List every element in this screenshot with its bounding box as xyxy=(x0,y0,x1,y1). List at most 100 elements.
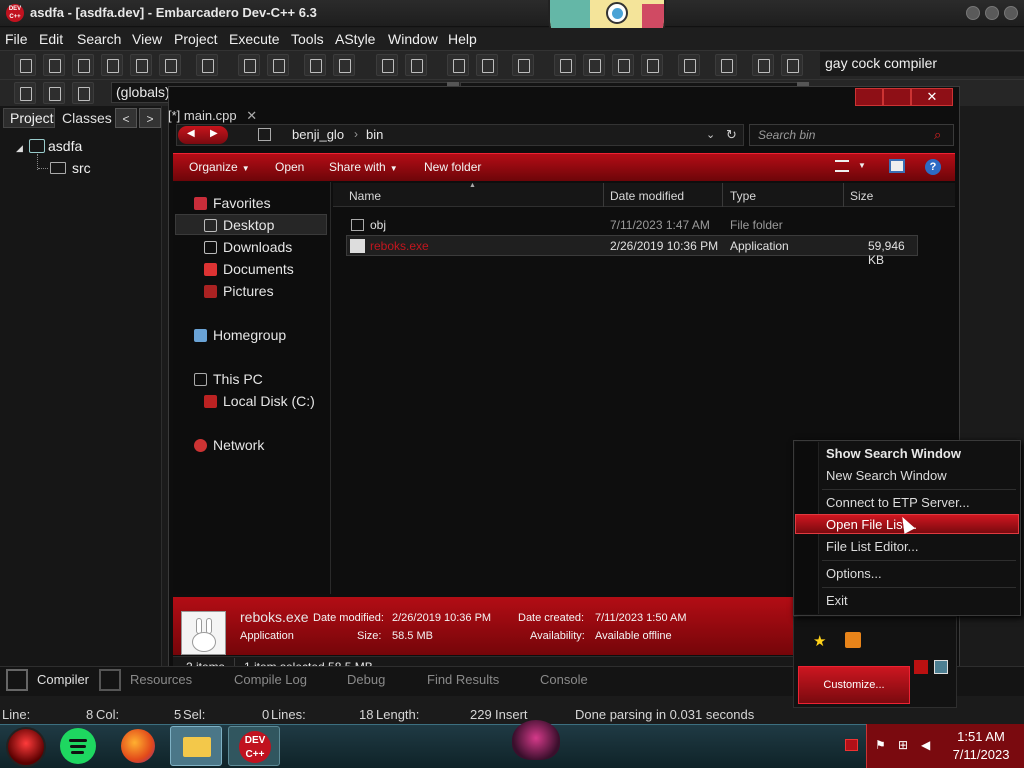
tab-debug[interactable]: Debug xyxy=(347,672,385,687)
share-with-button[interactable]: Share with ▼ xyxy=(329,160,398,174)
add-file-icon[interactable] xyxy=(476,54,498,76)
compiler-select[interactable]: gay cock compiler xyxy=(820,52,1024,76)
nav-downloads[interactable]: Downloads xyxy=(204,239,292,255)
menu-window[interactable]: Window xyxy=(388,31,438,47)
menu-exit[interactable]: Exit xyxy=(826,593,848,608)
search-input[interactable]: Search bin xyxy=(749,124,954,146)
print-icon[interactable] xyxy=(196,54,218,76)
start-button[interactable] xyxy=(6,727,46,767)
file-row-selected[interactable]: reboks.exe 2/26/2019 10:36 PM Applicatio… xyxy=(346,236,918,267)
explorer-minimize-button[interactable] xyxy=(855,88,883,106)
view-dropdown-icon[interactable]: ▼ xyxy=(858,161,866,170)
menu-execute[interactable]: Execute xyxy=(229,31,280,47)
close-file-icon[interactable] xyxy=(130,54,152,76)
file-explorer-taskbar-icon[interactable] xyxy=(170,726,222,766)
bookmark-icon[interactable] xyxy=(43,82,65,104)
compile-icon[interactable] xyxy=(554,54,576,76)
action-center-flag-icon[interactable]: ⚑ xyxy=(875,738,889,752)
replace-icon[interactable] xyxy=(267,54,289,76)
undo-icon[interactable] xyxy=(376,54,398,76)
view-options-icon[interactable] xyxy=(835,160,849,172)
compile-run-icon[interactable] xyxy=(612,54,634,76)
back-arrow-icon[interactable]: ◀ xyxy=(187,128,195,139)
customize-button[interactable]: Customize... xyxy=(798,666,910,704)
nav-desktop[interactable]: Desktop xyxy=(204,217,274,233)
close-all-icon[interactable] xyxy=(159,54,181,76)
project-options-icon[interactable] xyxy=(512,54,534,76)
column-type[interactable]: Type xyxy=(730,189,756,203)
firefox-taskbar-icon[interactable] xyxy=(121,729,155,763)
column-date-modified[interactable]: Date modified xyxy=(610,189,684,203)
devcpp-taskbar-icon[interactable]: DEV C++ xyxy=(228,726,280,766)
goto-bookmark-icon[interactable] xyxy=(72,82,94,104)
open-button[interactable]: Open xyxy=(275,160,304,174)
toggle-comment-icon[interactable] xyxy=(333,54,355,76)
run-icon[interactable] xyxy=(583,54,605,76)
open-folder-icon[interactable] xyxy=(43,54,65,76)
tray-red-icon[interactable] xyxy=(914,660,928,674)
tree-item-src[interactable]: src xyxy=(72,160,91,176)
goto-declaration-icon[interactable] xyxy=(14,82,36,104)
tree-item-project[interactable]: asdfa xyxy=(48,138,82,154)
redo-icon[interactable] xyxy=(405,54,427,76)
explorer-maximize-button[interactable] xyxy=(883,88,911,106)
nav-local-disk[interactable]: Local Disk (C:) xyxy=(204,393,315,409)
menu-search[interactable]: Search xyxy=(77,31,121,47)
organize-button[interactable]: Organize ▼ xyxy=(189,160,250,174)
menu-new-search-window[interactable]: New Search Window xyxy=(826,468,947,483)
java-tray-icon[interactable] xyxy=(845,632,861,648)
favorites-star-icon[interactable]: ★ xyxy=(813,632,826,650)
tab-project[interactable]: Project xyxy=(3,108,55,128)
new-project-icon[interactable] xyxy=(447,54,469,76)
nav-this-pc[interactable]: This PC xyxy=(194,371,263,387)
tray-overflow-icon[interactable] xyxy=(845,739,858,751)
menu-help[interactable]: Help xyxy=(448,31,477,47)
rebuild-all-icon[interactable] xyxy=(641,54,663,76)
tab-console[interactable]: Console xyxy=(540,672,588,687)
tab-find-results[interactable]: Find Results xyxy=(427,672,499,687)
delete-profile-icon[interactable] xyxy=(781,54,803,76)
indent-icon[interactable] xyxy=(304,54,326,76)
menu-file-list-editor[interactable]: File List Editor... xyxy=(826,539,918,554)
search-icon[interactable]: ⌕ xyxy=(934,127,950,143)
panel-prev-arrow[interactable]: < xyxy=(115,108,137,128)
new-file-icon[interactable] xyxy=(14,54,36,76)
panel-next-arrow[interactable]: > xyxy=(139,108,161,128)
close-button[interactable] xyxy=(1004,6,1018,20)
tab-compile-log[interactable]: Compile Log xyxy=(234,672,307,687)
nav-network[interactable]: Network xyxy=(194,437,264,453)
tab-resources[interactable]: Resources xyxy=(130,672,192,687)
find-icon[interactable] xyxy=(238,54,260,76)
column-name[interactable]: Name xyxy=(349,189,381,203)
menu-astyle[interactable]: AStyle xyxy=(335,31,375,47)
taskbar-clock[interactable]: 1:51 AM 7/11/2023 xyxy=(938,724,1024,768)
menu-file[interactable]: File xyxy=(5,31,28,47)
menu-view[interactable]: View xyxy=(132,31,162,47)
forward-arrow-icon[interactable]: ▶ xyxy=(210,128,218,139)
explorer-close-button[interactable]: ✕ xyxy=(911,88,953,106)
syntax-check-icon[interactable] xyxy=(678,54,700,76)
menu-tools[interactable]: Tools xyxy=(291,31,324,47)
menu-project[interactable]: Project xyxy=(174,31,218,47)
new-folder-button[interactable]: New folder xyxy=(424,160,481,174)
minimize-button[interactable] xyxy=(966,6,980,20)
stop-execution-icon[interactable] xyxy=(715,54,737,76)
back-forward-buttons[interactable]: ◀ ▶ xyxy=(178,126,228,144)
nav-pictures[interactable]: Pictures xyxy=(204,283,274,299)
nav-favorites[interactable]: Favorites xyxy=(194,195,271,211)
volume-icon[interactable]: ◀ xyxy=(921,738,935,752)
tab-classes[interactable]: Classes xyxy=(58,108,114,128)
profile-chart-icon[interactable] xyxy=(752,54,774,76)
maximize-button[interactable] xyxy=(985,6,999,20)
column-size[interactable]: Size xyxy=(850,189,873,203)
menu-show-search-window[interactable]: Show Search Window xyxy=(826,446,961,461)
tree-expand-icon[interactable]: ◢ xyxy=(16,143,23,154)
menu-edit[interactable]: Edit xyxy=(39,31,63,47)
help-icon[interactable]: ? xyxy=(925,159,941,175)
nav-documents[interactable]: Documents xyxy=(204,261,294,277)
file-row[interactable]: obj 7/11/2023 1:47 AM File folder xyxy=(346,215,918,235)
network-tray-icon[interactable]: ⊞ xyxy=(898,738,912,752)
close-tab-icon[interactable]: ✕ xyxy=(246,108,257,123)
breadcrumb-bin[interactable]: bin xyxy=(366,127,383,142)
refresh-icon[interactable]: ↻ xyxy=(726,127,737,143)
